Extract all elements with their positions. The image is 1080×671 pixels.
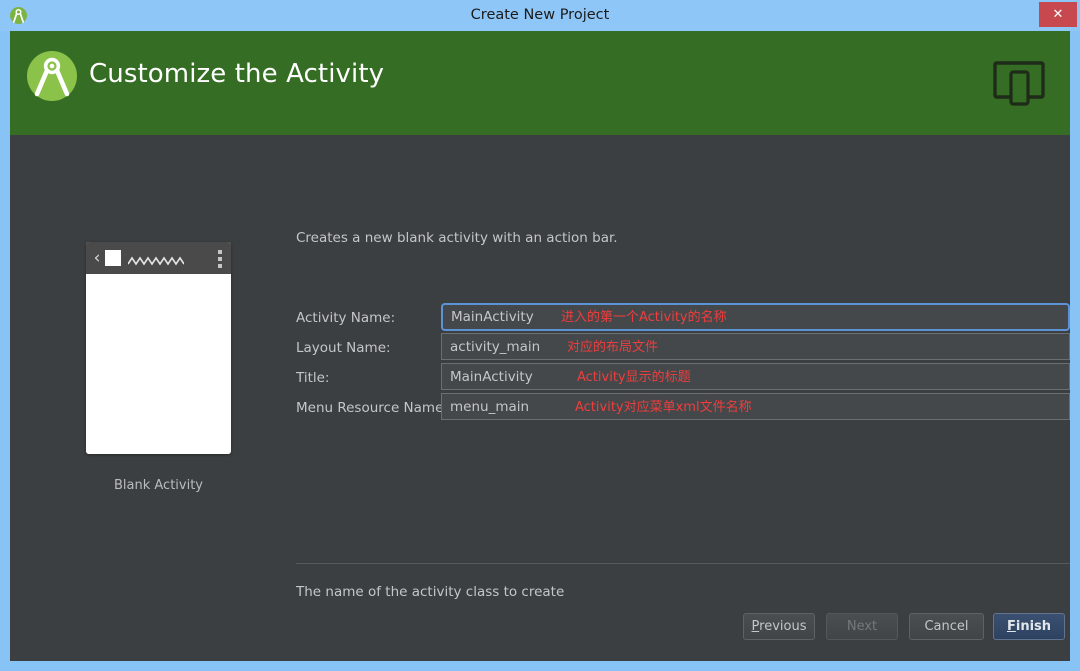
help-text: The name of the activity class to create — [296, 584, 564, 600]
finish-button[interactable]: Finish — [993, 613, 1065, 640]
preview-caption: Blank Activity — [76, 478, 241, 493]
button-label-rest: inish — [1016, 619, 1051, 634]
field-input-wrapper[interactable]: activity_main 对应的布局文件 — [441, 333, 1070, 360]
preview-actionbar: ‹ — [86, 242, 231, 274]
field-label: Title: — [296, 363, 429, 393]
form-row: Menu Resource Name: menu_main Activity对应菜单… — [296, 393, 1070, 423]
separator — [296, 563, 1070, 564]
preview-card: ‹ — [86, 242, 231, 454]
wizard-content: ‹ Blank Activity — [10, 135, 1070, 661]
field-value[interactable]: activity_main — [450, 334, 540, 359]
dialog-window: Create New Project ✕ Customize the Activ… — [0, 0, 1080, 671]
dialog-body: Customize the Activity ‹ — [10, 31, 1070, 661]
wizard-header: Customize the Activity — [10, 31, 1070, 135]
field-label: Layout Name: — [296, 333, 429, 363]
activity-form: Activity Name: MainActivity 进入的第一个Activity… — [296, 303, 1070, 423]
mnemonic-letter: F — [1007, 619, 1016, 634]
field-label: Activity Name: — [296, 303, 429, 333]
window-title: Create New Project — [0, 0, 1080, 31]
button-bar: Previous Next Cancel Finish — [10, 604, 1070, 661]
field-input-wrapper[interactable]: MainActivity 进入的第一个Activity的名称 — [441, 303, 1070, 331]
cancel-button[interactable]: Cancel — [909, 613, 984, 640]
mnemonic-letter: P — [752, 619, 760, 634]
activity-description: Creates a new blank activity with an act… — [296, 230, 618, 246]
next-button[interactable]: Next — [826, 613, 898, 640]
page-title: Customize the Activity — [89, 59, 384, 89]
preview-content-area — [86, 274, 231, 454]
titlebar: Create New Project ✕ — [0, 0, 1080, 31]
previous-button[interactable]: Previous — [743, 613, 815, 640]
back-chevron-icon: ‹ — [92, 248, 102, 268]
field-annotation: Activity显示的标题 — [577, 364, 691, 389]
field-annotation: 进入的第一个Activity的名称 — [561, 305, 727, 329]
app-square-icon — [105, 250, 121, 266]
form-row: Activity Name: MainActivity 进入的第一个Activity… — [296, 303, 1070, 333]
zigzag-placeholder-icon — [128, 252, 184, 264]
android-studio-logo — [25, 49, 79, 103]
field-annotation: 对应的布局文件 — [567, 334, 658, 359]
button-label-rest: revious — [759, 619, 806, 634]
field-value[interactable]: MainActivity — [450, 364, 533, 389]
overflow-menu-icon — [218, 250, 222, 267]
close-icon: ✕ — [1039, 2, 1077, 27]
close-button[interactable]: ✕ — [1039, 2, 1077, 27]
field-annotation: Activity对应菜单xml文件名称 — [575, 394, 752, 419]
form-row: Layout Name: activity_main 对应的布局文件 — [296, 333, 1070, 363]
field-input-wrapper[interactable]: MainActivity Activity显示的标题 — [441, 363, 1070, 390]
field-label: Menu Resource Name: — [296, 393, 429, 423]
tablet-and-phone-icon — [992, 57, 1046, 109]
field-value[interactable]: menu_main — [450, 394, 529, 419]
activity-preview: ‹ Blank Activity — [76, 242, 241, 493]
field-value[interactable]: MainActivity — [451, 305, 534, 329]
form-row: Title: MainActivity Activity显示的标题 — [296, 363, 1070, 393]
field-input-wrapper[interactable]: menu_main Activity对应菜单xml文件名称 — [441, 393, 1070, 420]
